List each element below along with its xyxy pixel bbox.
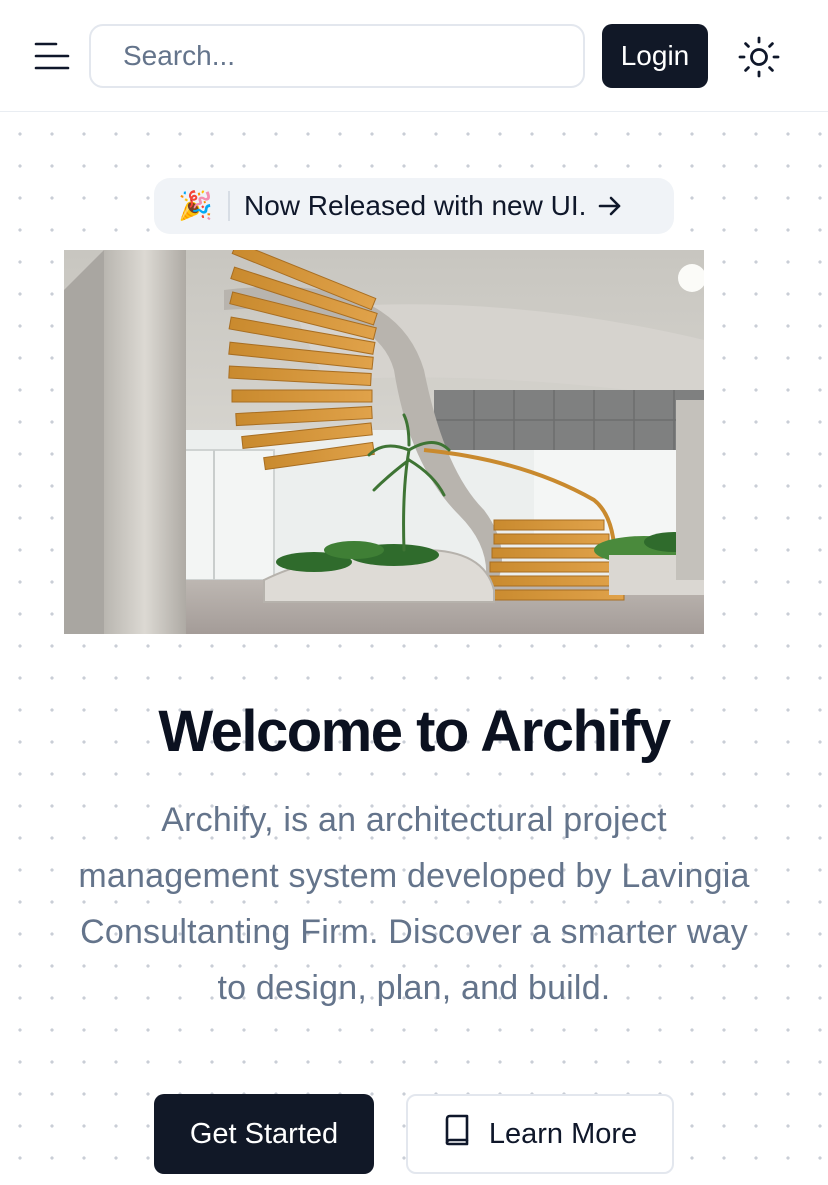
search-input[interactable]	[89, 24, 585, 88]
hero-section: 🎉 Now Released with new UI. Welcome to A…	[0, 112, 828, 1185]
menu-icon[interactable]	[30, 36, 74, 76]
hero-description: Archify, is an architectural project man…	[78, 801, 750, 1007]
party-popper-icon: 🎉	[178, 190, 213, 221]
book-icon	[443, 1114, 471, 1154]
arrow-right-icon	[596, 192, 624, 220]
announcement-text: Now Released with new UI.	[244, 190, 587, 221]
learn-more-label: Learn More	[488, 1117, 638, 1150]
login-button[interactable]: Login	[602, 24, 708, 88]
sun-icon[interactable]	[736, 34, 782, 80]
top-navbar: Login	[0, 0, 828, 112]
hero-image	[64, 250, 704, 634]
learn-more-button[interactable]: Learn More	[406, 1094, 674, 1174]
get-started-button[interactable]: Get Started	[154, 1094, 374, 1174]
page-title: Welcome to Archify	[158, 699, 671, 764]
badge-divider	[228, 191, 230, 221]
announcement-badge[interactable]: 🎉 Now Released with new UI.	[154, 178, 674, 234]
